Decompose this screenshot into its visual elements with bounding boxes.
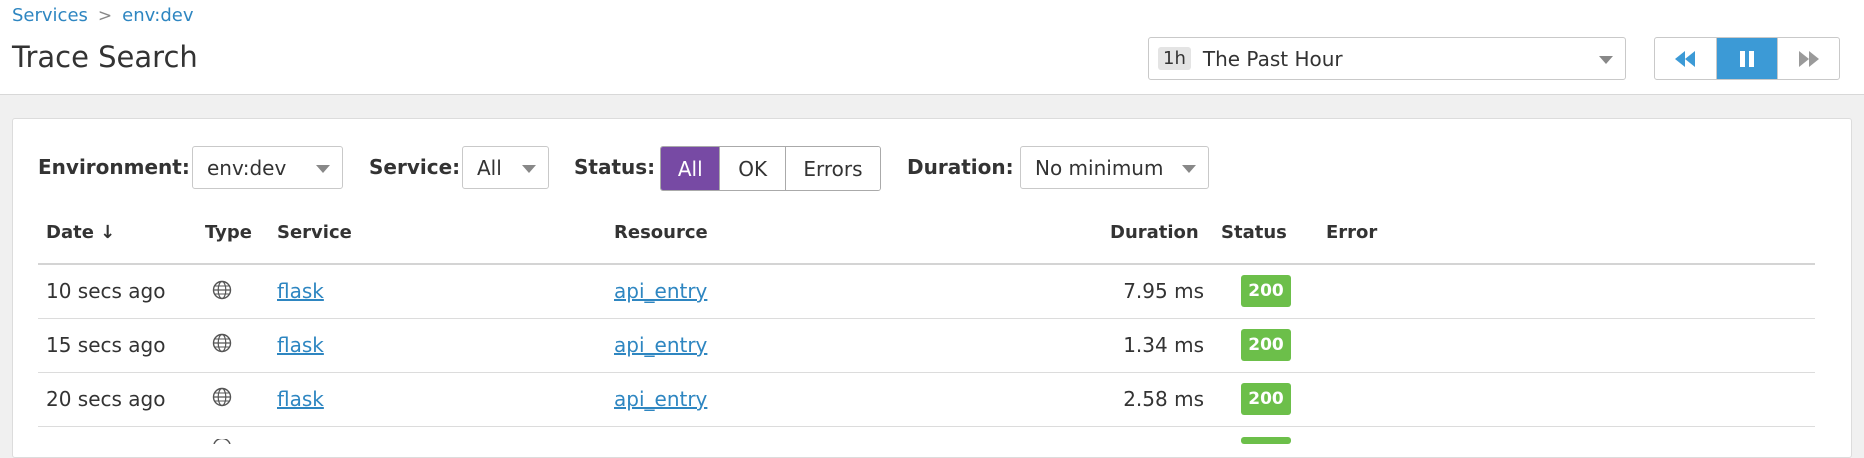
row-resource-link[interactable]: api_entry [614, 387, 707, 411]
column-header-type: Type [205, 222, 252, 243]
row-resource-link[interactable]: api_entry [614, 279, 707, 303]
status-filter: All OK Errors [660, 146, 881, 191]
playback-controls [1654, 37, 1840, 80]
status-badge: 200 [1241, 329, 1291, 361]
breadcrumb: Services > env:dev [12, 5, 194, 26]
page-title: Trace Search [12, 40, 198, 74]
row-divider [38, 426, 1815, 427]
environment-label: Environment: [38, 155, 190, 179]
status-all-button[interactable]: All [661, 147, 721, 190]
duration-select[interactable]: No minimum [1020, 146, 1209, 189]
globe-icon [213, 439, 231, 444]
pause-button[interactable] [1716, 38, 1779, 79]
time-range-label: The Past Hour [1202, 46, 1343, 71]
row-date: 15 secs ago [46, 333, 166, 357]
top-bar: Services > env:dev Trace Search 1h The P… [0, 0, 1864, 95]
table-header-divider [38, 263, 1815, 265]
status-badge: 200 [1241, 383, 1291, 415]
row-divider [38, 372, 1815, 373]
chevron-down-icon [1599, 56, 1613, 64]
row-resource-link[interactable]: api_entry [614, 333, 707, 357]
globe-icon [212, 387, 232, 407]
rewind-icon [1675, 50, 1696, 67]
row-service-link[interactable]: flask [277, 279, 324, 303]
fast-forward-button[interactable] [1778, 38, 1839, 79]
duration-label: Duration: [907, 155, 1014, 179]
chevron-down-icon [1182, 165, 1196, 173]
status-ok-button[interactable]: OK [720, 147, 786, 190]
column-header-date[interactable]: Date ↓ [46, 222, 115, 243]
breadcrumb-services-link[interactable]: Services [12, 5, 88, 26]
row-duration: 2.58 ms [1123, 387, 1204, 411]
service-select[interactable]: All [462, 146, 549, 189]
row-divider [38, 318, 1815, 319]
environment-value: env:dev [207, 155, 287, 180]
globe-icon [212, 280, 232, 300]
column-header-status: Status [1221, 222, 1287, 243]
row-service-link[interactable]: flask [277, 333, 324, 357]
row-duration: 7.95 ms [1123, 279, 1204, 303]
pause-icon [1740, 50, 1754, 67]
environment-select[interactable]: env:dev [192, 146, 343, 189]
status-errors-button[interactable]: Errors [785, 147, 880, 190]
column-header-service: Service [277, 222, 352, 243]
status-badge: 200 [1241, 275, 1291, 307]
row-date: 20 secs ago [46, 387, 166, 411]
time-range-select[interactable]: 1h The Past Hour [1148, 37, 1626, 80]
fast-forward-icon [1798, 50, 1819, 67]
service-label: Service: [369, 155, 461, 179]
row-duration: 1.34 ms [1123, 333, 1204, 357]
chevron-right-icon: > [97, 5, 113, 26]
status-badge [1241, 437, 1291, 444]
service-value: All [477, 155, 502, 180]
row-date: 10 secs ago [46, 279, 166, 303]
globe-icon [212, 333, 232, 353]
row-service-link[interactable]: flask [277, 387, 324, 411]
status-label: Status: [574, 155, 656, 179]
column-header-duration: Duration [1110, 222, 1199, 243]
chevron-down-icon [316, 165, 330, 173]
time-range-badge: 1h [1158, 47, 1191, 70]
chevron-down-icon [522, 165, 536, 173]
column-header-resource: Resource [614, 222, 708, 243]
breadcrumb-env-link[interactable]: env:dev [122, 5, 193, 26]
rewind-button[interactable] [1655, 38, 1717, 79]
duration-value: No minimum [1035, 155, 1164, 180]
column-header-error: Error [1326, 222, 1378, 243]
